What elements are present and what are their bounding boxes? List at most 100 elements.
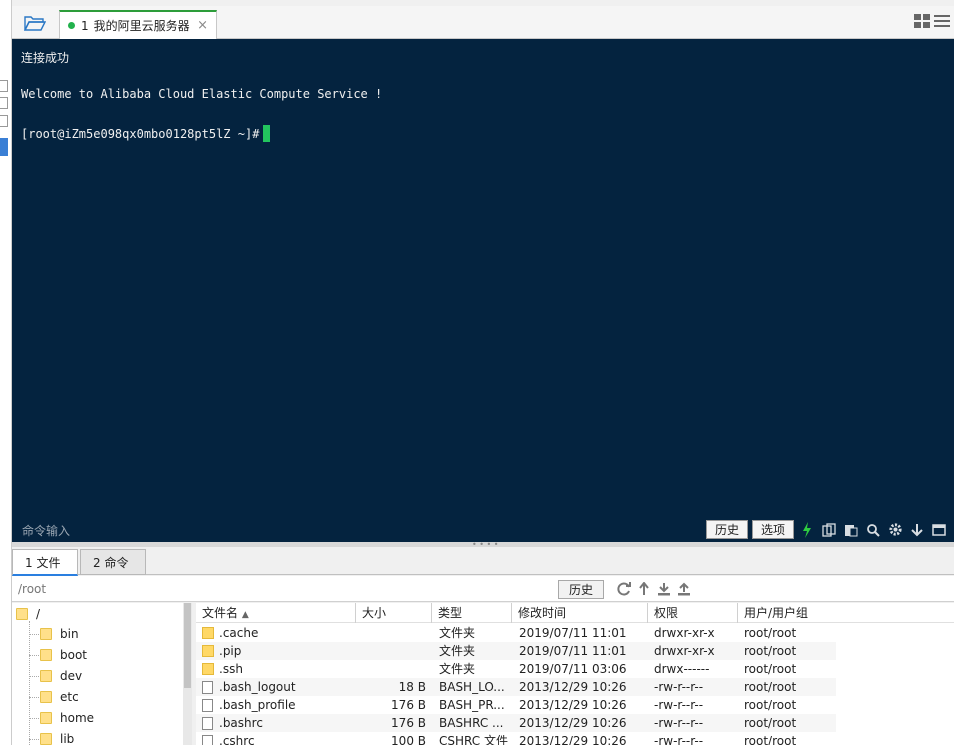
file-size: 100 B — [391, 734, 426, 745]
column-type[interactable]: 类型 — [432, 603, 512, 623]
tab-files[interactable]: 1 文件 — [12, 549, 78, 576]
tree-node-dev[interactable]: dev — [40, 667, 82, 685]
file-type: 文件夹 — [439, 662, 476, 676]
file-permissions: -rw-r--r-- — [654, 698, 704, 712]
terminal-history-button[interactable]: 历史 — [705, 520, 748, 539]
terminal-prompt-line: [root@iZm5e098qx0mbo0128pt5lZ ~]# — [21, 125, 271, 142]
app-window: 1 我的阿里云服务器 × 连接成功 Welcome to Alibaba Clo… — [0, 0, 954, 745]
close-icon[interactable]: × — [197, 18, 208, 33]
refresh-icon[interactable] — [616, 581, 632, 597]
sidebar-selected-item[interactable] — [0, 138, 8, 156]
session-tab-number: 1 — [81, 18, 89, 33]
lightning-icon[interactable] — [798, 521, 816, 539]
file-type: CSHRC 文件 — [439, 734, 508, 745]
file-name: .bash_profile — [219, 698, 296, 712]
command-input-label[interactable]: 命令输入 — [22, 522, 70, 539]
table-row[interactable]: .bashrc 176 B BASHRC ... 2013/12/29 10:26 -r… — [196, 714, 836, 732]
terminal-toolbar: 历史 选项 — [705, 520, 948, 539]
table-row[interactable]: .cache 文件夹 2019/07/11 11:01 drwxr-xr-x root/… — [196, 624, 836, 642]
table-row[interactable]: .ssh 文件夹 2019/07/11 03:06 drwx------ root/ro… — [196, 660, 836, 678]
tree-node-label: dev — [60, 669, 83, 683]
tree-node-etc[interactable]: etc — [40, 688, 79, 706]
terminal-cursor — [263, 125, 271, 142]
file-size: 176 B — [391, 716, 426, 730]
parent-directory-icon[interactable] — [636, 581, 652, 597]
sidebar-edge-mark — [0, 97, 8, 109]
maximize-icon[interactable] — [930, 521, 948, 539]
column-name-label: 文件名 — [202, 606, 239, 620]
folder-icon — [40, 733, 52, 745]
terminal-line-connected: 连接成功 — [21, 51, 70, 65]
tree-scroll-thumb[interactable] — [184, 603, 191, 688]
file-type: BASH_PR... — [439, 698, 505, 712]
terminal-options-button[interactable]: 选项 — [751, 520, 794, 539]
file-size: 176 B — [391, 698, 426, 712]
file-size — [356, 642, 432, 660]
terminal-line-welcome: Welcome to Alibaba Cloud Elastic Compute… — [21, 87, 383, 101]
bottom-panel-tabs: 1 文件 2 命令 — [12, 547, 954, 576]
file-mtime: 2013/12/29 10:26 — [519, 680, 627, 694]
file-name: .ssh — [219, 662, 243, 676]
folder-icon — [202, 645, 214, 657]
column-permissions[interactable]: 权限 — [648, 603, 738, 623]
file-mtime: 2019/07/11 11:01 — [519, 644, 627, 658]
folder-icon — [40, 712, 52, 724]
tree-node-label: boot — [60, 648, 88, 662]
folder-icon — [16, 608, 28, 620]
tree-node-home[interactable]: home — [40, 709, 94, 727]
tree-scrollbar[interactable] — [183, 603, 192, 745]
folder-icon — [202, 627, 214, 639]
column-name[interactable]: 文件名 ▲ — [196, 603, 356, 623]
file-name-cell: .cshrc — [196, 732, 356, 745]
gear-icon[interactable] — [886, 521, 904, 539]
tree-node-label: bin — [60, 627, 79, 641]
tree-node-lib[interactable]: lib — [40, 730, 74, 745]
layout-grid-icon[interactable] — [914, 14, 930, 28]
folder-open-icon — [24, 16, 46, 31]
open-folder-button[interactable] — [22, 12, 48, 34]
search-icon[interactable] — [864, 521, 882, 539]
file-icon — [202, 680, 213, 694]
path-history-button[interactable]: 历史 — [558, 580, 605, 599]
file-owner: root/root — [744, 698, 797, 712]
session-tab-bar: 1 我的阿里云服务器 × — [12, 6, 954, 39]
column-owner[interactable]: 用户/用户组 — [738, 603, 834, 623]
file-name-cell: .bash_logout — [196, 678, 356, 696]
file-name: .pip — [219, 644, 242, 658]
file-permissions: -rw-r--r-- — [654, 716, 704, 730]
tree-node-bin[interactable]: bin — [40, 625, 79, 643]
file-icon — [202, 734, 213, 745]
file-owner: root/root — [744, 680, 797, 694]
download-icon[interactable] — [656, 581, 672, 597]
upload-icon[interactable] — [676, 581, 692, 597]
menu-icon[interactable] — [934, 14, 950, 28]
copy-icon[interactable] — [820, 521, 838, 539]
tree-node-root[interactable]: / — [16, 605, 40, 623]
paste-icon[interactable] — [842, 521, 860, 539]
table-row[interactable]: .bash_logout 18 B BASH_LO... 2013/12/29 10:… — [196, 678, 836, 696]
column-mtime[interactable]: 修改时间 — [512, 603, 648, 623]
session-tab[interactable]: 1 我的阿里云服务器 × — [59, 10, 217, 39]
file-type: BASHRC ... — [439, 716, 504, 730]
file-name-cell: .pip — [196, 642, 356, 660]
path-input[interactable]: /root — [18, 582, 46, 596]
folder-icon — [40, 670, 52, 682]
arrow-down-icon[interactable] — [908, 521, 926, 539]
folder-icon — [40, 628, 52, 640]
file-mtime: 2019/07/11 11:01 — [519, 626, 627, 640]
terminal-pane[interactable]: 连接成功 Welcome to Alibaba Cloud Elastic Co… — [12, 39, 954, 542]
file-list: 文件名 ▲ 大小 类型 修改时间 权限 用户/用户组 .cache 文件夹 2019… — [196, 603, 954, 745]
file-icon — [202, 716, 213, 730]
table-row[interactable]: .cshrc 100 B CSHRC 文件 2013/12/29 10:26 -rw-r… — [196, 732, 836, 745]
file-owner: root/root — [744, 734, 797, 745]
table-row[interactable]: .bash_profile 176 B BASH_PR... 2013/12/29 1… — [196, 696, 836, 714]
table-row[interactable]: .pip 文件夹 2019/07/11 11:01 drwxr-xr-x root/ro… — [196, 642, 836, 660]
tree-node-boot[interactable]: boot — [40, 646, 87, 664]
tab-commands[interactable]: 2 命令 — [80, 549, 146, 575]
folder-icon — [40, 691, 52, 703]
column-size[interactable]: 大小 — [356, 603, 432, 623]
file-mtime: 2013/12/29 10:26 — [519, 734, 627, 745]
file-size: 18 B — [398, 680, 426, 694]
file-owner: root/root — [744, 662, 797, 676]
file-type: BASH_LO... — [439, 680, 505, 694]
